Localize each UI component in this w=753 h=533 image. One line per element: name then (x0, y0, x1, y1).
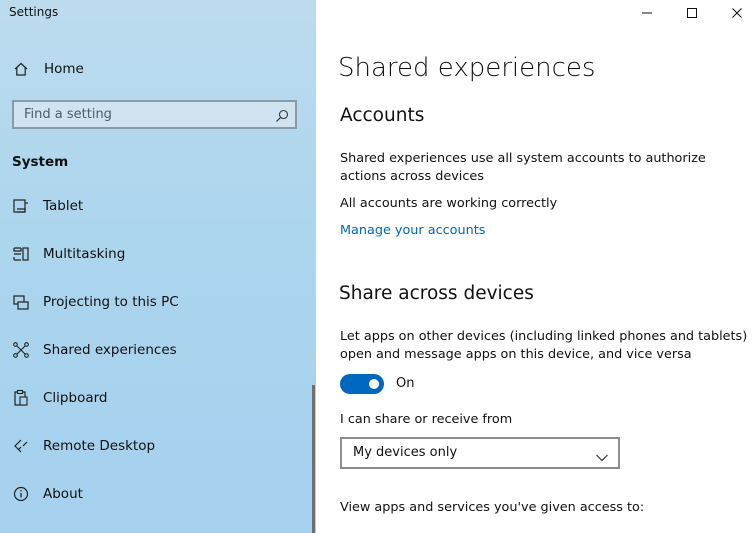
search-input[interactable]: Find a setting (12, 100, 297, 129)
share-toggle[interactable] (340, 374, 384, 394)
share-heading: Share across devices (339, 283, 534, 304)
close-icon (732, 8, 742, 18)
share-from-label: I can share or receive from (340, 412, 513, 427)
remote-desktop-icon (12, 437, 30, 455)
sidebar-item-home[interactable]: Home (0, 49, 316, 89)
sidebar-item-label: Shared experiences (43, 342, 177, 358)
maximize-button[interactable] (669, 0, 715, 26)
sidebar-item-label: Tablet (43, 198, 84, 214)
dropdown-value: My devices only (353, 445, 458, 460)
sidebar-item-projecting[interactable]: Projecting to this PC (0, 282, 316, 322)
sidebar-item-label: Remote Desktop (43, 438, 156, 454)
sidebar-section-title: System (12, 154, 69, 170)
accounts-status: All accounts are working correctly (340, 196, 558, 211)
app-title: Settings (9, 5, 59, 19)
tablet-icon (12, 197, 30, 215)
projecting-icon (12, 293, 30, 311)
toggle-state-label: On (396, 376, 415, 391)
share-from-dropdown[interactable]: My devices only (340, 437, 620, 469)
minimize-button[interactable] (624, 0, 670, 26)
maximize-icon (687, 8, 697, 18)
sidebar-item-remote-desktop[interactable]: Remote Desktop (0, 426, 316, 466)
page-title: Shared experiences (338, 53, 596, 83)
chevron-down-icon (595, 448, 609, 467)
toggle-knob (369, 379, 379, 389)
share-description: Let apps on other devices (including lin… (340, 329, 748, 362)
sidebar-item-multitasking[interactable]: Multitasking (0, 234, 316, 274)
sidebar-item-label: Home (44, 61, 84, 77)
sidebar-item-label: About (43, 486, 83, 502)
home-icon (12, 60, 30, 78)
sidebar-item-clipboard[interactable]: Clipboard (0, 378, 316, 418)
sidebar-item-label: Multitasking (43, 246, 126, 262)
shared-experiences-icon (12, 341, 30, 359)
sidebar: Settings Home Find a setting System Tabl… (0, 0, 316, 533)
manage-accounts-link[interactable]: Manage your accounts (340, 222, 750, 240)
main-content: Shared experiences Accounts Shared exper… (316, 0, 753, 533)
info-icon (12, 485, 30, 503)
search-icon (275, 108, 289, 127)
sidebar-item-about[interactable]: About (0, 474, 316, 514)
sidebar-item-label: Projecting to this PC (43, 294, 179, 310)
close-button[interactable] (714, 0, 753, 26)
accounts-heading: Accounts (340, 105, 425, 126)
sidebar-item-label: Clipboard (43, 390, 108, 406)
sidebar-item-tablet[interactable]: Tablet (0, 186, 316, 226)
minimize-icon (642, 12, 652, 14)
accounts-description: Shared experiences use all system accoun… (340, 151, 706, 184)
apps-access-label: View apps and services you've given acce… (340, 500, 645, 515)
clipboard-icon (12, 389, 30, 407)
multitasking-icon (12, 245, 30, 263)
sidebar-item-shared-experiences[interactable]: Shared experiences (0, 330, 316, 370)
search-placeholder: Find a setting (24, 107, 112, 122)
sidebar-scrollbar[interactable] (312, 385, 315, 533)
